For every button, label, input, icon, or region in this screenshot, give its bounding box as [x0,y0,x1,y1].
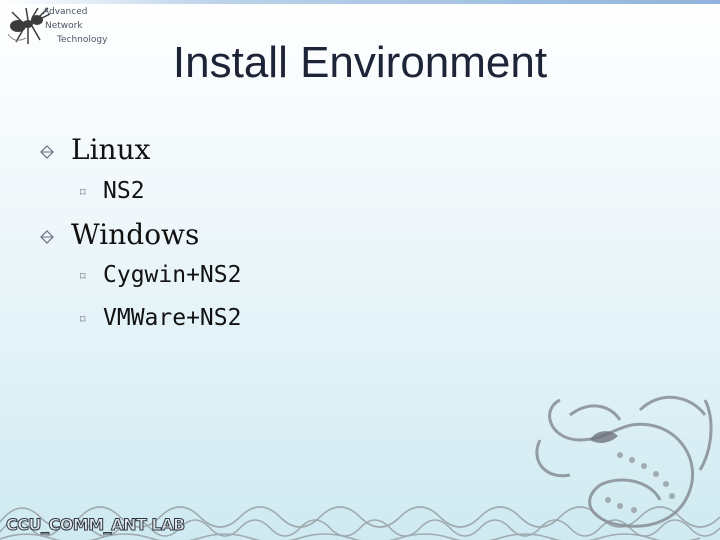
sub-bullet-icon: ⌑ [80,186,86,199]
sub-bullet-vmware: VMWare+NS2 [103,305,241,331]
bullet-label: Linux [71,133,151,166]
slide: Advanced Network Technology Install Envi… [0,0,720,540]
sub-bullet-ns2: NS2 [103,178,145,204]
bullet-label: Windows [71,218,200,251]
logo-line-1: Advanced [43,7,88,17]
diamond-bullet-icon [40,230,54,244]
bullet-linux: Linux [71,133,150,166]
footer-lab-name: CCU_COMM_ANT LAB [6,515,186,535]
sub-bullet-icon: ⌑ [80,313,86,326]
logo-line-2: Network [45,21,83,31]
sub-bullet-label: NS2 [103,178,145,204]
diamond-bullet-icon [40,145,54,159]
sub-bullet-label: Cygwin+NS2 [103,262,242,288]
slide-title: Install Environment [172,38,548,87]
sub-bullet-label: VMWare+NS2 [103,305,242,331]
sub-bullet-icon: ⌑ [80,270,86,283]
sub-bullet-cygwin: Cygwin+NS2 [103,262,241,288]
bullet-windows: Windows [71,218,199,251]
